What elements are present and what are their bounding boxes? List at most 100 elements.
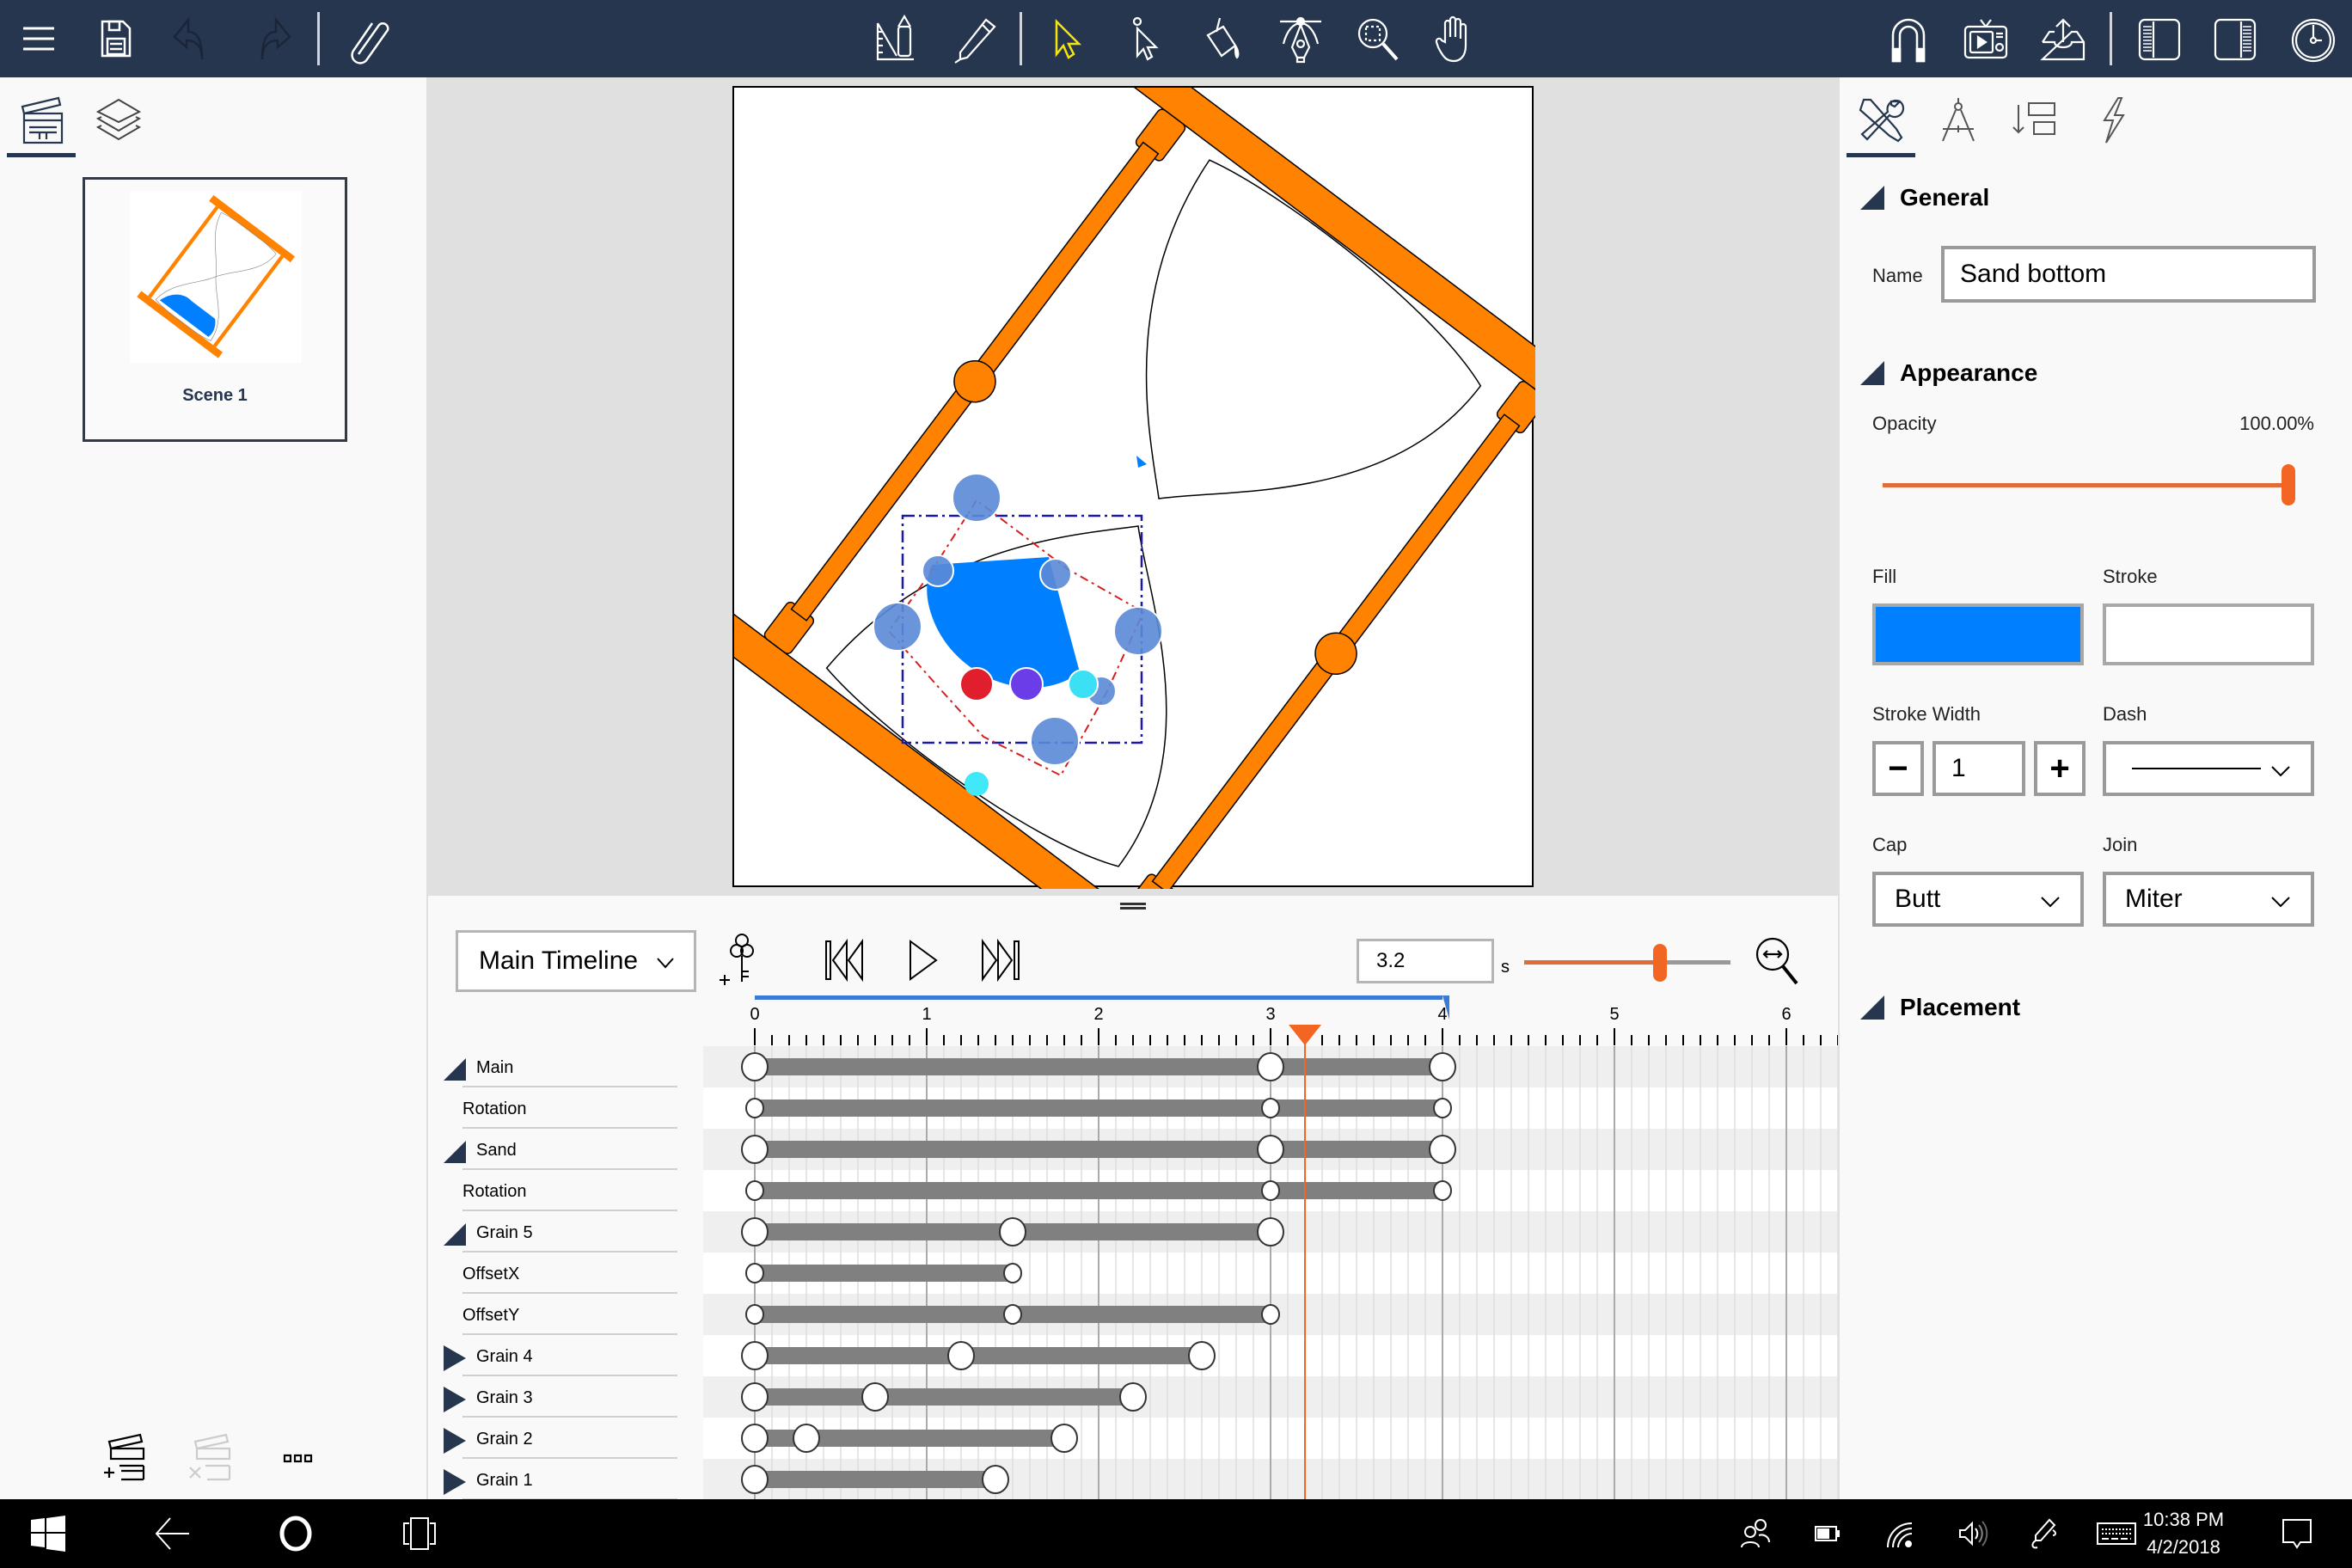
tab-tools-properties[interactable] [1847, 86, 1915, 155]
undo-button[interactable] [163, 9, 224, 69]
keyframe[interactable] [741, 1217, 769, 1246]
people-button[interactable] [1728, 1506, 1783, 1561]
animation-span-bar[interactable] [755, 1141, 1442, 1158]
zoom-to-fit-button[interactable] [1752, 934, 1804, 990]
timeline-selector[interactable]: Main Timeline [456, 930, 696, 992]
battery-button[interactable] [1800, 1506, 1855, 1561]
keyframe[interactable] [793, 1424, 820, 1453]
more-options-button[interactable] [268, 1427, 328, 1487]
keyframe[interactable] [741, 1382, 769, 1412]
keyframe[interactable] [1429, 1052, 1456, 1081]
join-dropdown[interactable]: Miter [2103, 872, 2314, 927]
back-button[interactable] [144, 1506, 199, 1561]
keyframe[interactable] [1433, 1098, 1452, 1118]
design-tools-button[interactable] [867, 9, 927, 69]
task-view-button[interactable] [392, 1506, 447, 1561]
slider-thumb[interactable] [1653, 944, 1667, 982]
collapsed-triangle-icon[interactable] [442, 1428, 466, 1459]
save-button[interactable] [86, 9, 146, 69]
go-to-end-button[interactable] [971, 930, 1028, 990]
slider-thumb[interactable] [2282, 464, 2295, 505]
keyframe[interactable] [1050, 1424, 1078, 1453]
toggle-left-panel[interactable] [2128, 9, 2189, 69]
name-input[interactable]: Sand bottom [1941, 246, 2316, 303]
collapsed-triangle-icon[interactable] [442, 1345, 466, 1376]
add-scene-button[interactable] [96, 1427, 156, 1487]
pan-tool[interactable] [1425, 9, 1485, 69]
keyframe[interactable] [741, 1135, 769, 1164]
fill-color-swatch[interactable] [1872, 603, 2084, 665]
current-time-input[interactable] [1357, 939, 1494, 983]
track-label[interactable]: Main [428, 1046, 677, 1087]
export-button[interactable] [2033, 9, 2093, 69]
animation-span-bar[interactable] [755, 1099, 1442, 1117]
work-area-bar[interactable] [755, 995, 1442, 1000]
animation-span-bar[interactable] [755, 1388, 1133, 1406]
network-button[interactable] [1872, 1506, 1927, 1561]
expanded-triangle-icon[interactable] [442, 1222, 466, 1251]
track-label[interactable]: OffsetY [428, 1294, 677, 1335]
fill-tool[interactable] [1193, 9, 1253, 69]
toggle-timeline[interactable] [2283, 9, 2343, 69]
scene-card[interactable]: Scene 1 [83, 177, 347, 442]
collapsed-triangle-icon[interactable] [442, 1469, 466, 1500]
track-label[interactable]: Rotation [428, 1087, 677, 1129]
keyframe[interactable] [1188, 1341, 1216, 1370]
volume-button[interactable] [1945, 1506, 2000, 1561]
artboard[interactable] [707, 53, 1603, 982]
section-appearance-header[interactable]: Appearance [1860, 359, 2037, 387]
tab-geometry[interactable] [1924, 86, 1993, 155]
tab-animation[interactable] [2079, 86, 2147, 155]
keyframe[interactable] [1261, 1304, 1280, 1325]
keyframe[interactable] [741, 1465, 769, 1494]
keyframe[interactable] [1433, 1180, 1452, 1201]
toggle-right-panel[interactable] [2206, 9, 2266, 69]
start-button[interactable] [21, 1506, 76, 1561]
cap-dropdown[interactable]: Butt [1872, 872, 2084, 927]
timeline-tracks-area[interactable]: 0 1 2 3 4 5 6 [703, 995, 1838, 1503]
keyframe[interactable] [1003, 1304, 1022, 1325]
section-general-header[interactable]: General [1860, 184, 1989, 211]
zoom-tool[interactable] [1348, 9, 1408, 69]
keyframe[interactable] [947, 1341, 975, 1370]
menu-button[interactable] [9, 9, 69, 69]
select-tool[interactable] [1038, 9, 1099, 69]
keyframe[interactable] [745, 1263, 764, 1283]
keyframe[interactable] [741, 1052, 769, 1081]
system-clock[interactable]: 10:38 PM 4/2/2018 [2132, 1506, 2235, 1561]
keyframe[interactable] [1119, 1382, 1147, 1412]
animation-span-bar[interactable] [755, 1471, 995, 1488]
keyframe[interactable] [1257, 1135, 1284, 1164]
cortana-button[interactable] [268, 1506, 323, 1561]
dash-dropdown[interactable] [2103, 741, 2314, 796]
add-keyframe-button[interactable] [712, 930, 769, 990]
animation-span-bar[interactable] [755, 1182, 1442, 1199]
play-button[interactable] [894, 930, 951, 990]
keyframe[interactable] [745, 1180, 764, 1201]
stroke-color-swatch[interactable] [2103, 603, 2314, 665]
track-label[interactable]: Sand [428, 1129, 677, 1170]
animation-span-bar[interactable] [755, 1058, 1442, 1075]
track-label[interactable]: OffsetX [428, 1253, 677, 1294]
go-to-start-button[interactable] [817, 930, 873, 990]
section-placement-header[interactable]: Placement [1860, 994, 2020, 1021]
collapsed-triangle-icon[interactable] [442, 1387, 466, 1418]
tab-scenes[interactable] [7, 86, 76, 155]
direct-select-tool[interactable] [1116, 9, 1176, 69]
preview-button[interactable] [1956, 9, 2016, 69]
resize-grip[interactable] [1120, 901, 1146, 913]
track-label[interactable]: Grain 4 [428, 1335, 677, 1376]
expanded-triangle-icon[interactable] [442, 1139, 466, 1168]
keyframe[interactable] [1003, 1263, 1022, 1283]
keyframe[interactable] [1261, 1180, 1280, 1201]
keyframe[interactable] [745, 1304, 764, 1325]
keyframe[interactable] [1261, 1098, 1280, 1118]
tab-arrange[interactable] [2001, 86, 2070, 155]
pen-workspace-button[interactable] [2017, 1506, 2072, 1561]
keyframe[interactable] [1257, 1052, 1284, 1081]
bezier-tool[interactable] [1271, 9, 1331, 69]
track-label[interactable]: Grain 2 [428, 1418, 677, 1459]
keyframe[interactable] [999, 1217, 1026, 1246]
track-label[interactable]: Grain 3 [428, 1376, 677, 1418]
track-label[interactable]: Grain 5 [428, 1211, 677, 1253]
